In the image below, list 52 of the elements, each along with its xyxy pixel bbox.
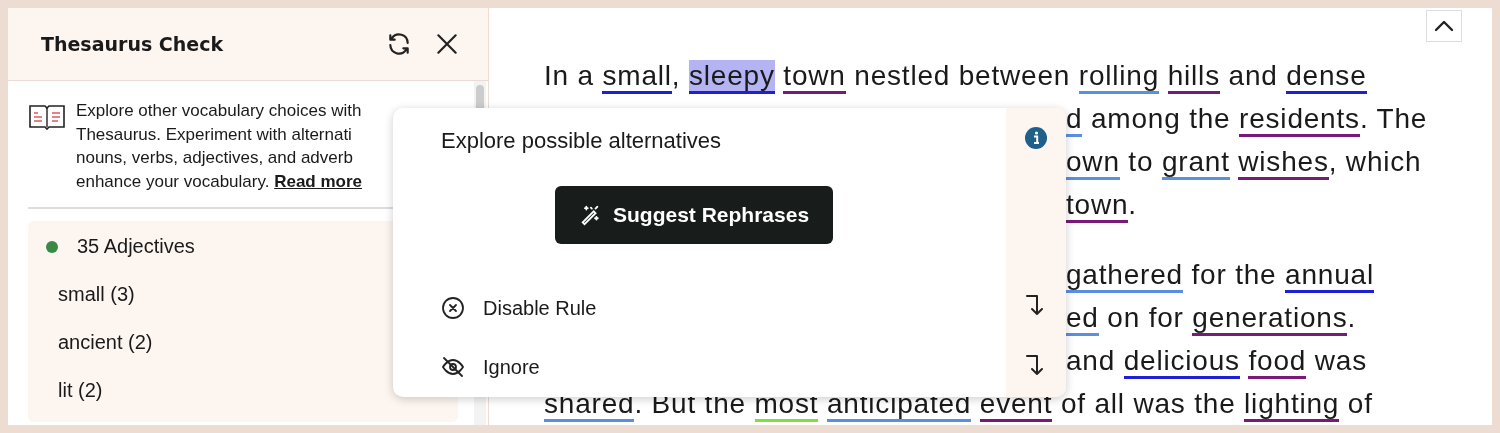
underlined-word[interactable]: rolling xyxy=(1078,60,1160,94)
panel-title: Thesaurus Check xyxy=(41,33,225,55)
chevron-up-icon xyxy=(1433,19,1455,33)
editor-text: and xyxy=(1066,345,1117,376)
editor-text: of all was the xyxy=(1059,388,1237,419)
description-text: Explore other vocabulary choices with xyxy=(76,100,363,122)
eye-off-icon xyxy=(441,355,465,380)
underlined-word[interactable]: wishes xyxy=(1238,146,1329,180)
underlined-word[interactable]: residents xyxy=(1239,103,1360,137)
editor-text: for the xyxy=(1190,259,1278,290)
editor-text: was xyxy=(1313,345,1367,376)
underlined-word[interactable]: dense xyxy=(1286,60,1367,94)
popup-action[interactable]: Disable Rule xyxy=(441,278,1006,338)
word-item[interactable]: ancient (2) xyxy=(58,331,153,354)
editor-text: . The xyxy=(1359,103,1428,134)
word-item[interactable]: lit (2) xyxy=(58,379,103,402)
collapse-button[interactable] xyxy=(1426,10,1462,42)
underlined-word[interactable]: town xyxy=(783,60,846,94)
editor-text: of xyxy=(1346,388,1373,419)
group-label[interactable]: 35 Adjectives xyxy=(77,235,195,258)
underlined-word[interactable]: annual xyxy=(1285,259,1374,293)
refresh-button[interactable] xyxy=(386,31,412,57)
editor-text: and xyxy=(1227,60,1279,91)
magic-wand-icon xyxy=(579,204,601,227)
read-more-link[interactable]: Read more xyxy=(274,171,363,191)
popup-title: Explore possible alternatives xyxy=(441,128,723,154)
editor-text: on for xyxy=(1106,302,1185,333)
editor-text: to xyxy=(1127,146,1155,177)
underlined-word[interactable]: hills xyxy=(1167,60,1220,94)
editor-text: nestled between xyxy=(853,60,1072,91)
editor-text: among the xyxy=(1089,103,1232,134)
editor-text: . xyxy=(1347,302,1357,333)
underlined-word[interactable]: small xyxy=(602,60,672,94)
description-text: enhance your vocabulary. xyxy=(76,171,270,191)
suggest-rephrases-button[interactable]: Suggest Rephrases xyxy=(555,186,834,245)
book-icon xyxy=(28,103,66,131)
description-text: nouns, verbs, adjectives, and adverb xyxy=(76,147,354,169)
word-item[interactable]: small (3) xyxy=(58,283,135,306)
editor-text: , xyxy=(671,60,682,91)
underlined-word[interactable]: food xyxy=(1248,345,1307,379)
close-button[interactable] xyxy=(434,31,460,57)
editor-text: . xyxy=(1128,189,1137,220)
underlined-word[interactable]: delicious xyxy=(1123,345,1240,379)
underlined-word[interactable]: lighting xyxy=(1244,388,1340,422)
underlined-word[interactable]: generations xyxy=(1192,302,1348,336)
underlined-word[interactable]: sleepy xyxy=(689,60,775,94)
editor-text: In a xyxy=(544,60,595,91)
underlined-word[interactable]: grant xyxy=(1161,146,1230,180)
editor-text: , which xyxy=(1328,146,1422,177)
description-text: Thesaurus. Experiment with alternati xyxy=(76,123,353,146)
close-circle-icon xyxy=(441,296,465,320)
info-icon[interactable] xyxy=(1025,127,1047,149)
